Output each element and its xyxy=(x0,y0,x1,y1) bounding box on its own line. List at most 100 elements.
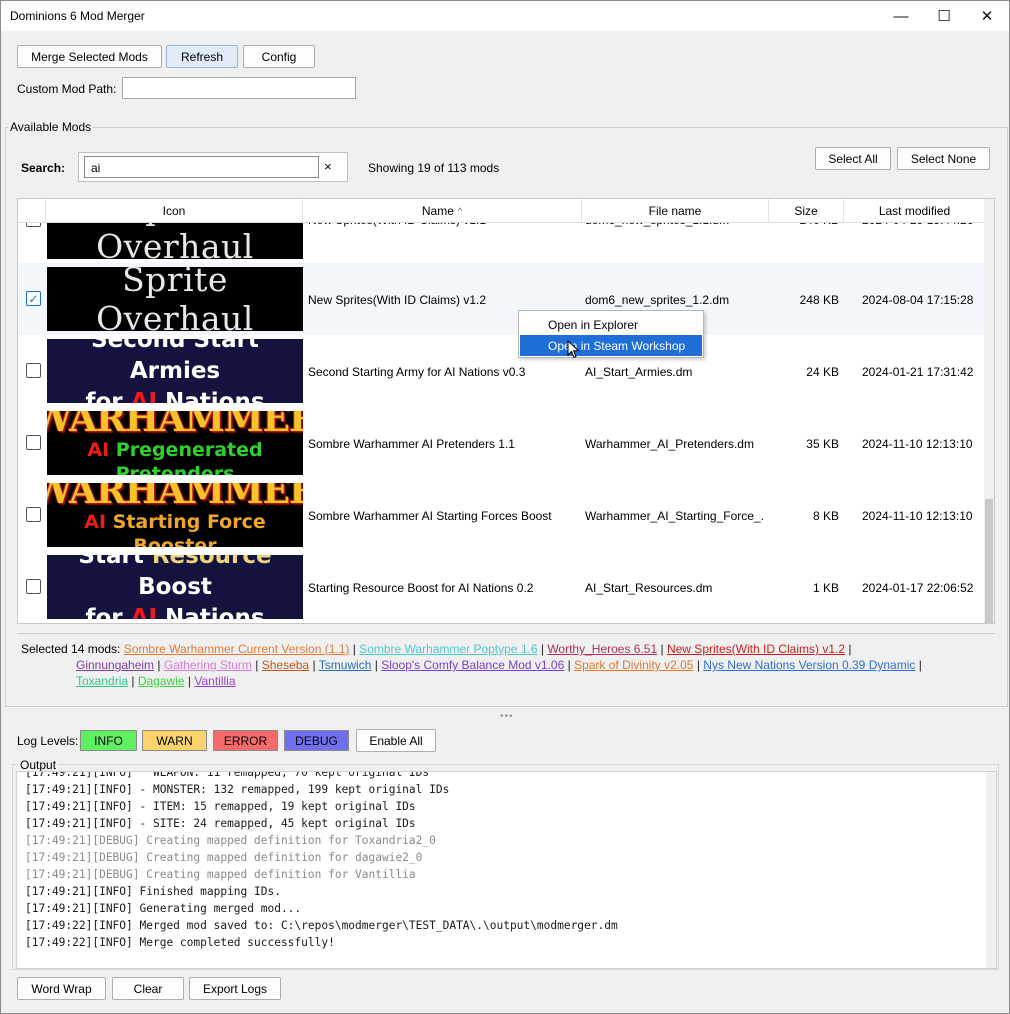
output-label: Output xyxy=(18,758,59,772)
mod-file-name: dom6_new_sprites_1.2.dm xyxy=(585,293,730,307)
selected-mod-link[interactable]: Spark of Divinity v2.05 xyxy=(574,658,693,672)
row-checkbox[interactable] xyxy=(26,435,41,450)
table-row[interactable]: WARHAMMER AI Starting Force Booster Somb… xyxy=(18,479,985,551)
maximize-icon[interactable]: ☐ xyxy=(921,1,967,31)
mod-separator: | xyxy=(187,674,192,688)
search-box: ai × xyxy=(78,152,348,182)
mod-banner-image: Sprite Overhaul xyxy=(47,267,303,331)
app-window: Dominions 6 Mod Merger — ☐ ✕ Merge Selec… xyxy=(0,0,1010,1014)
mod-last-modified: 2024-11-10 12:13:10 xyxy=(862,437,973,451)
mod-separator: | xyxy=(157,658,161,672)
refresh-button[interactable]: Refresh xyxy=(166,45,238,68)
title-bar: Dominions 6 Mod Merger — ☐ ✕ xyxy=(1,1,1009,31)
mod-name: New Sprites(With ID Claims) v1.2 xyxy=(308,293,487,307)
column-size[interactable]: Size xyxy=(769,199,844,223)
selected-mod-link[interactable]: Toxandria xyxy=(76,674,128,688)
column-last-modified[interactable]: Last modified xyxy=(844,199,985,223)
log-line: [17:49:21][INFO] WEAPON: 11 remapped, 70… xyxy=(25,771,430,779)
selected-mod-link[interactable]: Vantillia xyxy=(194,674,235,688)
mod-banner-image: Second Start Armies for AI Nations xyxy=(47,339,303,403)
open-in-steam-workshop-menu-item[interactable]: Open in Steam Workshop xyxy=(520,335,702,356)
selected-mod-link[interactable]: Ginnungaheim xyxy=(76,658,154,672)
word-wrap-button[interactable]: Word Wrap xyxy=(17,977,106,1000)
table-header: Icon Name ^ File name Size Last modified xyxy=(18,199,985,223)
row-checkbox[interactable] xyxy=(26,507,41,522)
search-input[interactable]: ai xyxy=(84,156,319,178)
clear-button[interactable]: Clear xyxy=(112,977,184,1000)
selected-mod-link[interactable]: Nys New Nations Version 0.39 Dynamic xyxy=(703,658,915,672)
log-scrollbar[interactable] xyxy=(986,772,996,968)
mod-banner-image: WARHAMMER AI Starting Force Booster xyxy=(47,483,303,547)
mod-separator: | xyxy=(567,658,571,672)
mod-last-modified: 2024-08-04 17:15:28 xyxy=(862,293,974,307)
mod-file-name: Warhammer_AI_Pretenders.dm xyxy=(585,437,754,451)
mod-separator: | xyxy=(848,642,852,656)
log-level-debug-toggle[interactable]: DEBUG xyxy=(284,730,349,751)
table-row[interactable]: Start Resource Boost for AI Nations Star… xyxy=(18,551,985,623)
custom-mod-path-input[interactable] xyxy=(122,77,356,99)
log-output[interactable]: [17:49:22][INFO] Merge completed success… xyxy=(16,771,997,969)
column-file-name[interactable]: File name xyxy=(582,199,769,223)
selected-mod-link[interactable]: Tsmuwich xyxy=(319,658,372,672)
selected-mod-link[interactable]: Gathering Sturm xyxy=(164,658,252,672)
config-button[interactable]: Config xyxy=(243,45,315,68)
banner-line-1: WARHAMMER xyxy=(47,411,303,440)
log-level-info-toggle[interactable]: INFO xyxy=(80,730,137,751)
selected-mod-link[interactable]: Sheseba xyxy=(262,658,309,672)
mod-banner-image: Start Resource Boost for AI Nations xyxy=(47,555,303,619)
table-scrollbar[interactable] xyxy=(984,199,994,623)
selected-mod-link[interactable]: Sombre Warhammer Poptype 1.6 xyxy=(359,642,537,656)
mod-last-modified: 2024-01-21 17:31:42 xyxy=(862,365,974,379)
mod-size: 24 KB xyxy=(806,365,839,379)
mod-size: 35 KB xyxy=(806,437,839,451)
selected-mod-link[interactable]: Sloop's Comfy Balance Mod v1.06 xyxy=(381,658,564,672)
divider xyxy=(17,633,995,634)
mod-separator: | xyxy=(352,642,356,656)
select-none-button[interactable]: Select None xyxy=(897,147,990,170)
table-row[interactable]: WARHAMMER AI Pregenerated Pretenders Som… xyxy=(18,407,985,479)
mod-file-name: AI_Start_Armies.dm xyxy=(585,365,693,379)
mod-size: 248 KB xyxy=(799,293,839,307)
selected-mod-link[interactable]: New Sprites(With ID Claims) v1.2 xyxy=(667,642,845,656)
selected-mod-link[interactable]: Dagawie xyxy=(138,674,185,688)
mod-separator: | xyxy=(660,642,664,656)
row-checkbox[interactable] xyxy=(26,363,41,378)
log-line: [17:49:21][INFO] Generating merged mod..… xyxy=(25,902,302,915)
mod-size: 8 KB xyxy=(812,509,839,523)
banner-line-2: for AI Nations xyxy=(85,388,265,404)
select-all-button[interactable]: Select All xyxy=(815,147,891,170)
merge-selected-mods-button[interactable]: Merge Selected Mods xyxy=(17,45,162,68)
mod-separator: | xyxy=(255,658,259,672)
selected-mod-link[interactable]: Sombre Warhammer Current Version (1.1) xyxy=(124,642,350,656)
clear-search-icon[interactable]: × xyxy=(324,159,332,174)
available-mods-label: Available Mods xyxy=(8,120,94,134)
log-level-error-toggle[interactable]: ERROR xyxy=(213,730,278,751)
banner-line-2: AI Starting Force Booster xyxy=(84,511,266,547)
log-level-warn-toggle[interactable]: WARN xyxy=(142,730,207,751)
export-logs-button[interactable]: Export Logs xyxy=(189,977,281,1000)
banner-line-2: AI Pregenerated Pretenders xyxy=(87,439,263,475)
row-checkbox[interactable] xyxy=(26,579,41,594)
mod-name: Sombre Warhammer AI Starting Forces Boos… xyxy=(308,509,552,523)
mod-size: 1 KB xyxy=(812,581,839,595)
selected-mod-link[interactable]: Worthy_Heroes 6.51 xyxy=(547,642,657,656)
log-line: [17:49:21][DEBUG] Creating mapped defini… xyxy=(25,868,416,881)
mod-separator: | xyxy=(696,658,700,672)
row-checkbox[interactable]: ✓ xyxy=(26,291,41,306)
open-in-explorer-menu-item[interactable]: Open in Explorer xyxy=(520,314,702,335)
column-name[interactable]: Name ^ xyxy=(303,199,582,223)
mod-name: Sombre Warhammer AI Pretenders 1.1 xyxy=(308,437,515,451)
table-row[interactable]: ✓ Sprite Overhaul New Sprites(With ID Cl… xyxy=(18,263,985,335)
minimize-icon[interactable]: — xyxy=(878,1,924,31)
banner-line-1: Second Start Armies xyxy=(91,339,259,384)
column-name-label: Name xyxy=(421,204,454,218)
banner-line-2: for AI Nations xyxy=(85,604,265,620)
column-icon[interactable]: Icon xyxy=(46,199,303,223)
enable-all-button[interactable]: Enable All xyxy=(356,729,436,752)
splitter-grip-icon[interactable]: ••• xyxy=(500,711,514,722)
custom-mod-path-label: Custom Mod Path: xyxy=(17,82,117,96)
mod-separator: | xyxy=(918,658,922,672)
scrollbar-thumb[interactable] xyxy=(985,499,993,623)
table-row[interactable]: Second Start Armies for AI Nations Secon… xyxy=(18,335,985,407)
close-icon[interactable]: ✕ xyxy=(964,1,1009,31)
